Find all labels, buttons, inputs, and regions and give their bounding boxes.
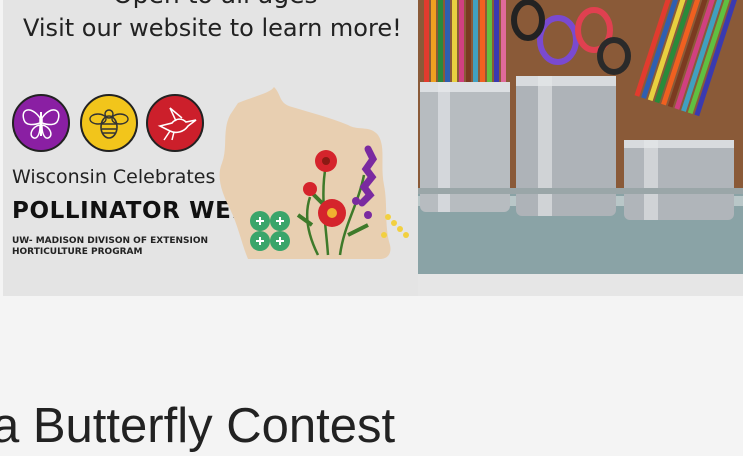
butterfly-icon <box>12 94 70 152</box>
extension-line-1: UW- MADISON DIVISON OF EXTENSION <box>12 236 209 246</box>
article-title: a Butterfly Contest <box>0 399 396 453</box>
extension-line-2: HORTICULTURE PROGRAM <box>12 247 143 257</box>
pollinator-week-panel: Open to all ages Visit our website to le… <box>3 0 418 296</box>
extension-text: UW- MADISON DIVISON OF EXTENSION HORTICU… <box>12 236 232 258</box>
art-supplies-photo <box>418 0 743 274</box>
banner-open-text: Open to all ages <box>113 0 318 9</box>
celebrates-text: Wisconsin Celebrates <box>12 166 216 188</box>
event-banner-image: Open to all ages Visit our website to le… <box>3 0 743 296</box>
wisconsin-map-icon <box>208 85 420 268</box>
hummingbird-icon <box>146 94 204 152</box>
banner-visit-text: Visit our website to learn more! <box>23 14 402 42</box>
bee-icon <box>80 94 138 152</box>
